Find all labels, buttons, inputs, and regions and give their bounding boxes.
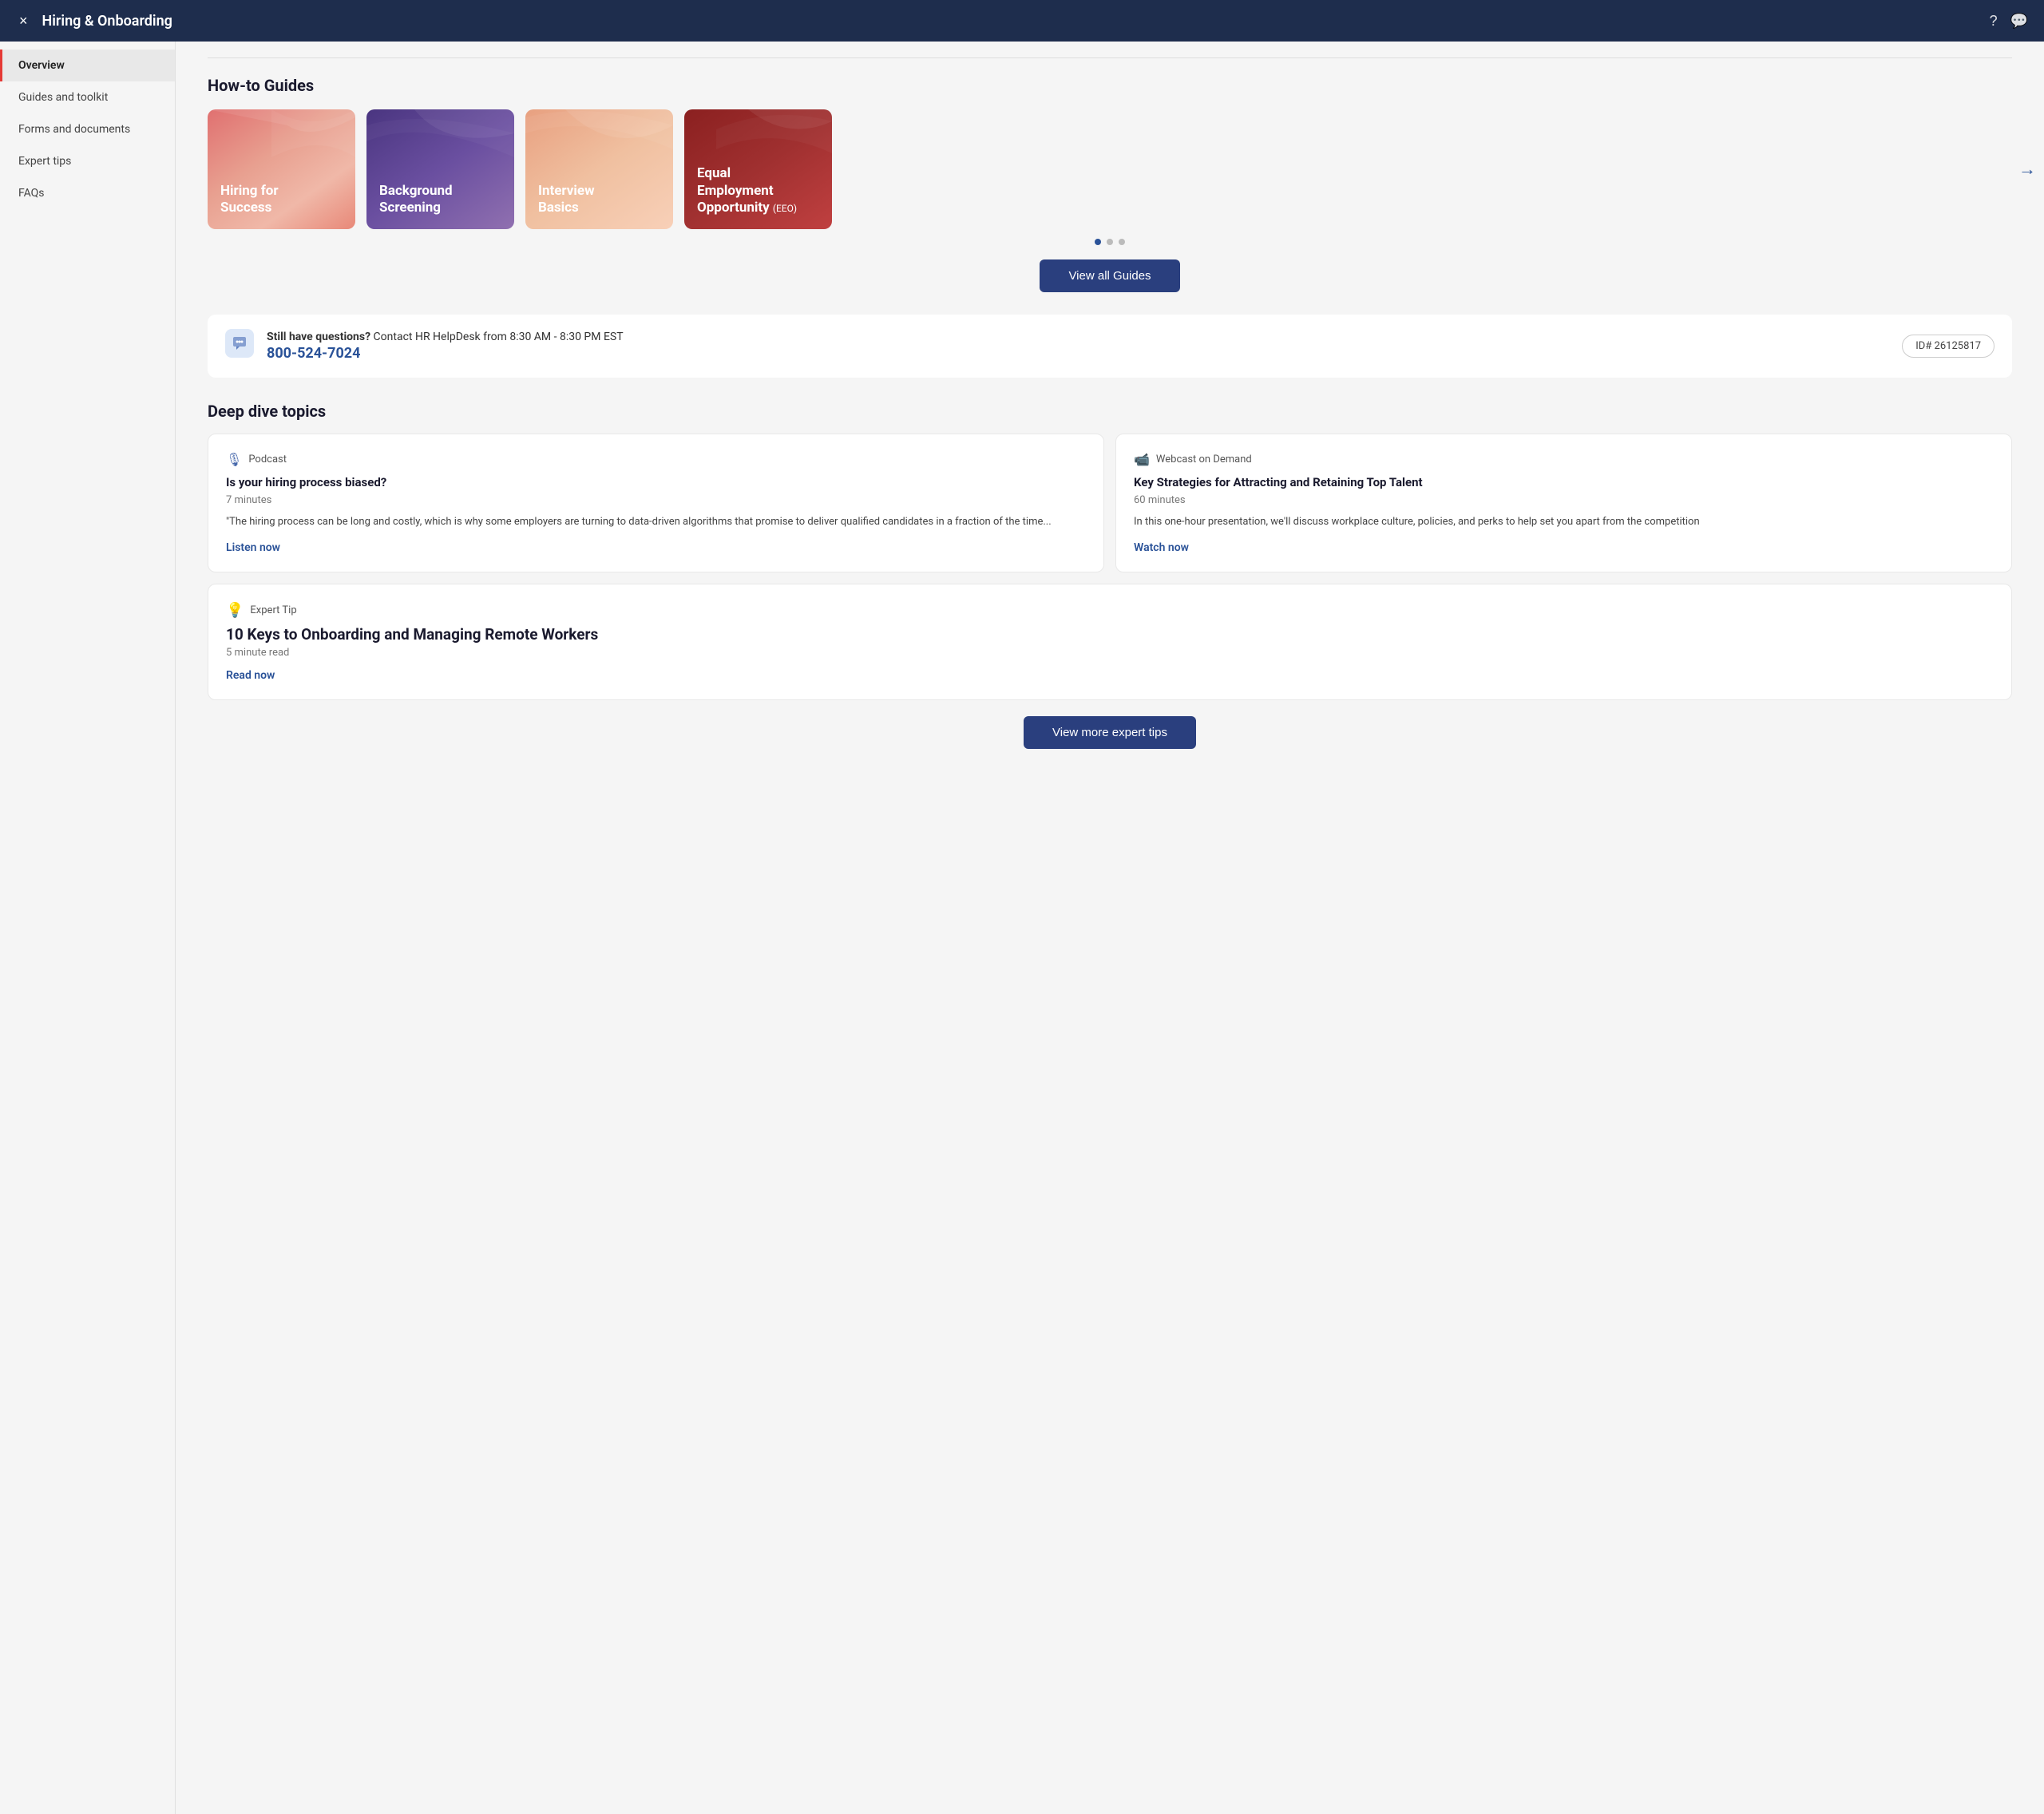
header-right: ? 💬 [1990,13,2028,30]
webcast-duration: 60 minutes [1134,494,1994,506]
carousel-dot-3[interactable] [1119,239,1125,245]
expert-tip-type-label: Expert Tip [250,604,296,616]
close-button[interactable]: × [16,10,31,31]
podcast-title: Is your hiring process biased? [226,475,1086,491]
guide-card-eeo[interactable]: EqualEmploymentOpportunity (EEO) [684,109,832,229]
contact-id-badge: ID# 26125817 [1902,335,1994,358]
topic-type-webcast: 📹 Webcast on Demand [1134,452,1994,467]
topic-card-webcast: 📹 Webcast on Demand Key Strategies for A… [1115,434,2012,572]
contact-still-text: Still have questions? Contact HR HelpDes… [267,331,624,343]
webcast-icon: 📹 [1134,452,1150,467]
webcast-description: In this one-hour presentation, we'll dis… [1134,514,1994,530]
guides-carousel: Hiring forSuccess BackgroundScreening [208,109,2012,229]
deep-dive-title: Deep dive topics [208,402,2012,421]
sidebar-item-faqs[interactable]: FAQs [0,177,175,209]
webcast-watch-link[interactable]: Watch now [1134,541,1189,554]
podcast-duration: 7 minutes [226,494,1086,506]
view-more-expert-tips-button[interactable]: View more expert tips [1024,716,1196,749]
podcast-listen-link[interactable]: Listen now [226,541,280,554]
sidebar-item-guides[interactable]: Guides and toolkit [0,81,175,113]
expert-tip-icon: 💡 [226,602,244,619]
carousel-dot-2[interactable] [1107,239,1113,245]
header-left: × Hiring & Onboarding [16,10,172,31]
carousel-dots [208,239,2012,245]
how-to-guides-title: How-to Guides [208,76,2012,95]
guide-card-eeo-title: EqualEmploymentOpportunity (EEO) [697,165,797,216]
expert-tip-duration: 5 minute read [226,647,1994,659]
view-all-guides-button[interactable]: View all Guides [1040,259,1179,292]
expert-tip-card: 💡 Expert Tip 10 Keys to Onboarding and M… [208,584,2012,700]
podcast-icon: 🎙 [226,452,242,467]
podcast-description: "The hiring process can be long and cost… [226,514,1086,530]
content-area: How-to Guides Hiring forSuccess [176,42,2044,1814]
webcast-title: Key Strategies for Attracting and Retain… [1134,475,1994,491]
guide-card-background-title: BackgroundScreening [379,183,453,217]
sidebar: Overview Guides and toolkit Forms and do… [0,42,176,1814]
expert-tip-read-link[interactable]: Read now [226,669,275,682]
guides-carousel-wrapper: Hiring forSuccess BackgroundScreening [208,109,2012,229]
chat-button[interactable]: 💬 [2010,13,2028,30]
deep-dive-grid: 🎙 Podcast Is your hiring process biased?… [208,434,2012,572]
top-divider [208,57,2012,58]
contact-text-block: Still have questions? Contact HR HelpDes… [267,331,624,362]
top-header: × Hiring & Onboarding ? 💬 [0,0,2044,42]
topic-type-podcast: 🎙 Podcast [226,452,1086,467]
help-button[interactable]: ? [1990,13,1998,30]
header-title: Hiring & Onboarding [42,13,172,30]
expert-tip-type: 💡 Expert Tip [226,602,1994,619]
guide-card-interview-title: InterviewBasics [538,183,595,217]
deep-dive-section: Deep dive topics 🎙 Podcast Is your hirin… [208,402,2012,749]
contact-bar-left: Still have questions? Contact HR HelpDes… [225,329,624,363]
guide-card-hiring-title: Hiring forSuccess [220,183,279,217]
sidebar-item-overview[interactable]: Overview [0,50,175,81]
carousel-next-button[interactable]: → [2018,159,2036,180]
topic-card-podcast: 🎙 Podcast Is your hiring process biased?… [208,434,1104,572]
expert-tip-title: 10 Keys to Onboarding and Managing Remot… [226,625,1994,644]
main-layout: Overview Guides and toolkit Forms and do… [0,42,2044,1814]
contact-bar: Still have questions? Contact HR HelpDes… [208,315,2012,378]
sidebar-item-forms[interactable]: Forms and documents [0,113,175,145]
carousel-dot-1[interactable] [1095,239,1101,245]
sidebar-item-tips[interactable]: Expert tips [0,145,175,177]
contact-phone-number[interactable]: 800-524-7024 [267,345,624,362]
guide-card-interview[interactable]: InterviewBasics [525,109,673,229]
how-to-guides-section: How-to Guides Hiring forSuccess [208,76,2012,292]
guide-card-background[interactable]: BackgroundScreening [366,109,514,229]
guide-card-hiring[interactable]: Hiring forSuccess [208,109,355,229]
contact-phone-icon [225,329,254,363]
webcast-type-label: Webcast on Demand [1156,454,1252,465]
podcast-type-label: Podcast [248,454,287,465]
